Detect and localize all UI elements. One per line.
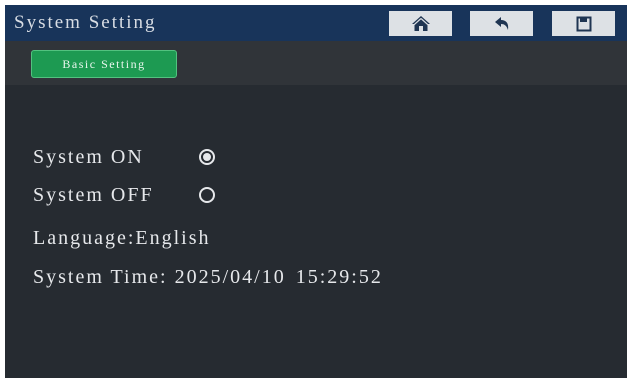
system-time-row[interactable]: System Time: 2025/04/10 15:29:52 — [33, 264, 383, 290]
system-off-label: System OFF — [33, 184, 154, 206]
save-disk-icon — [576, 16, 592, 32]
language-label: Language: — [33, 227, 136, 249]
radio-selected-dot — [203, 153, 211, 161]
title-bar: System Setting — [5, 5, 627, 41]
system-off-radio[interactable] — [199, 187, 215, 203]
system-time-label: System Time: — [33, 266, 168, 288]
home-button[interactable] — [389, 11, 452, 36]
home-icon — [411, 15, 431, 32]
tab-basic-setting[interactable]: Basic Setting — [31, 50, 177, 78]
system-time-clock: 15:29:52 — [295, 266, 383, 288]
save-button[interactable] — [552, 11, 615, 36]
language-value: English — [135, 227, 211, 249]
system-time-date: 2025/04/10 — [174, 266, 286, 288]
tab-bar: Basic Setting — [5, 41, 627, 85]
page-title: System Setting — [14, 12, 157, 33]
system-on-radio[interactable] — [199, 149, 215, 165]
system-on-label: System ON — [33, 146, 144, 168]
language-row[interactable]: Language:English — [33, 225, 211, 251]
back-arrow-icon — [494, 16, 510, 32]
system-setting-screen: System Setting Basic Setting System ON S… — [5, 5, 627, 378]
back-button[interactable] — [470, 11, 533, 36]
